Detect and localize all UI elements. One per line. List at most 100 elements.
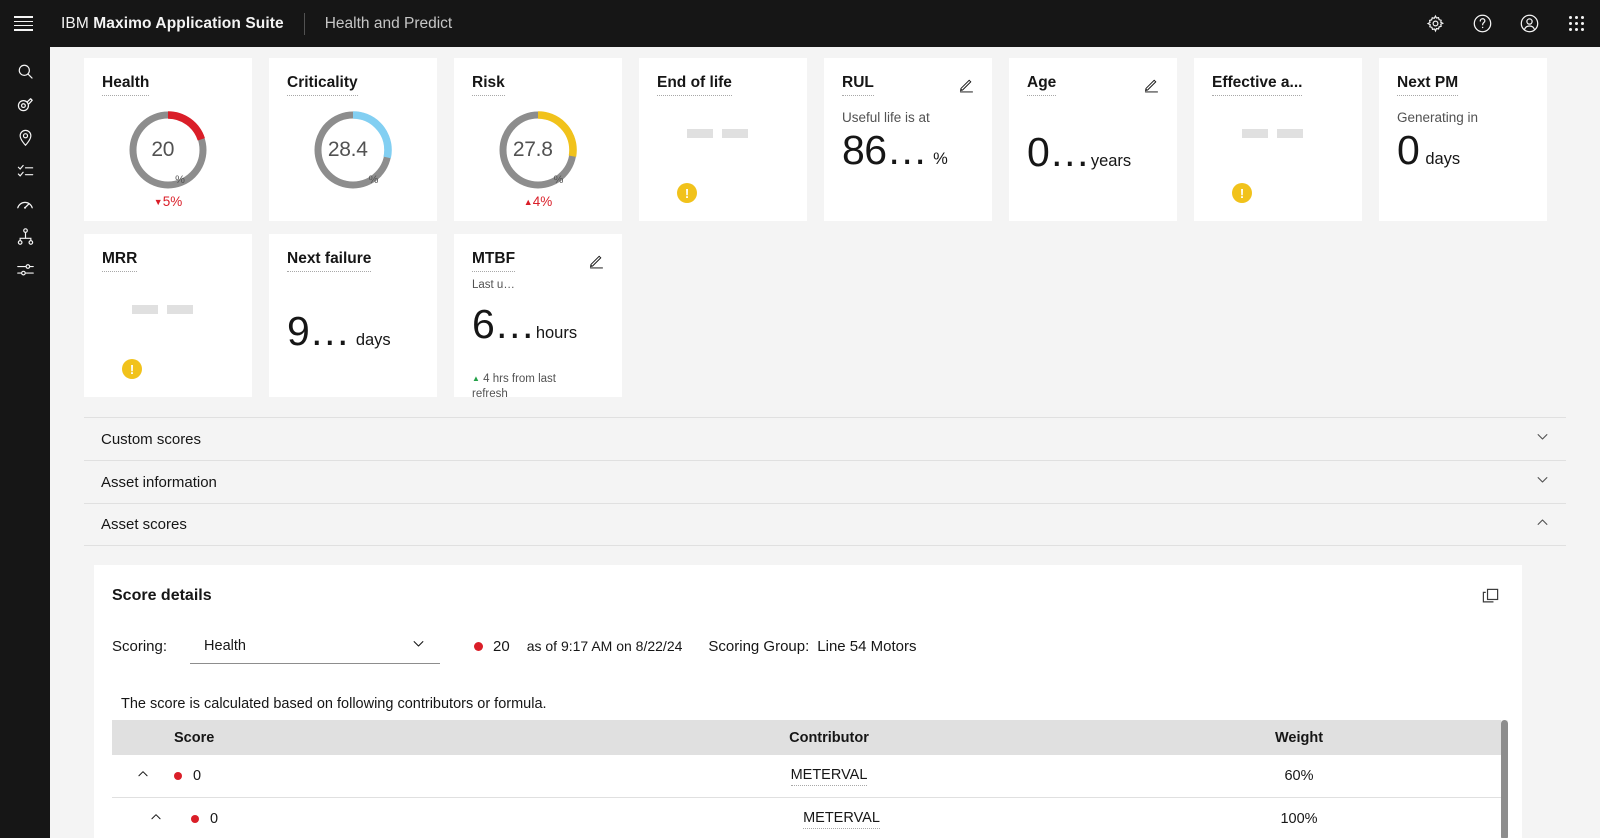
score-value: 20: [493, 637, 510, 655]
kpi-card-next-failure[interactable]: Next failure 9… days: [269, 234, 437, 397]
table-scrollbar-thumb[interactable]: [1501, 720, 1508, 838]
row-weight-value: 60%: [1284, 768, 1314, 784]
kpi-card-effective-age[interactable]: Effective a... !: [1194, 58, 1362, 221]
row-status-dot: [191, 815, 199, 823]
card-subtitle: Useful life is at: [842, 109, 930, 125]
card-title: Age: [1027, 74, 1057, 96]
row-weight-value: 100%: [1280, 811, 1318, 827]
accordion-label: Asset information: [101, 473, 217, 491]
kpi-card-age[interactable]: Age 0… years: [1009, 58, 1177, 221]
kpi-card-criticality[interactable]: Criticality 28.4%: [269, 58, 437, 221]
chevron-up-icon[interactable]: [136, 767, 150, 786]
card-title: RUL: [842, 74, 874, 96]
row-expand-toggle[interactable]: [112, 767, 174, 786]
card-title: Next failure: [287, 250, 372, 272]
scoring-group-label: Scoring Group:: [708, 637, 810, 655]
accordion-asset-information[interactable]: Asset information: [84, 460, 1566, 503]
edit-pencil-icon[interactable]: [1143, 76, 1160, 98]
skeleton-placeholder: [657, 128, 789, 138]
scoring-controls-row: Scoring: Health 20 as of 9:17 AM on 8/22…: [94, 628, 1522, 664]
warning-icon: !: [677, 183, 697, 203]
kpi-card-risk[interactable]: Risk 27.8% ▲4%: [454, 58, 622, 221]
edit-pencil-icon[interactable]: [588, 252, 605, 274]
accordion-group: Custom scores Asset information Asset sc…: [50, 397, 1600, 546]
help-icon[interactable]: [1459, 0, 1506, 47]
trend-indicator: ▲4%: [523, 193, 553, 209]
score-timestamp: as of 9:17 AM on 8/22/24: [526, 638, 683, 654]
kpi-card-mrr[interactable]: MRR !: [84, 234, 252, 397]
row-score-value: 0: [210, 811, 219, 827]
card-subtitle: Last u…: [472, 278, 515, 291]
chevron-up-icon[interactable]: [149, 810, 163, 829]
sidebar-item-sliders[interactable]: [0, 253, 50, 286]
row-score-value: 0: [193, 768, 202, 784]
card-footer-note: ▲ 4 hrs from last refresh: [472, 373, 556, 397]
sidebar-item-gauge[interactable]: [0, 187, 50, 220]
accordion-label: Custom scores: [101, 430, 202, 448]
header-divider: [303, 12, 305, 35]
panel-title: Score details: [112, 587, 212, 604]
kpi-card-next-pm[interactable]: Next PM Generating in 0 days: [1379, 58, 1547, 221]
top-header: IBM Maximo Application Suite Health and …: [0, 0, 1600, 47]
card-title: Next PM: [1397, 74, 1459, 96]
calculation-note: The score is calculated based on followi…: [121, 696, 547, 712]
table-row[interactable]: 0 METERVAL 100%: [112, 798, 1504, 838]
kpi-card-health[interactable]: Health 20% ▼5%: [84, 58, 252, 221]
kpi-card-rul[interactable]: RUL Useful life is at 86…%: [824, 58, 992, 221]
left-nav-rail: [0, 47, 50, 838]
user-avatar-icon[interactable]: [1506, 0, 1553, 47]
scoring-select[interactable]: Health: [190, 628, 441, 664]
card-value: 6… hours: [472, 300, 578, 347]
card-title: MRR: [102, 250, 138, 272]
row-contributor-link[interactable]: METERVAL: [803, 810, 880, 829]
scoring-label: Scoring:: [112, 637, 168, 655]
gear-icon[interactable]: [1412, 0, 1459, 47]
subapp-name[interactable]: Health and Predict: [325, 15, 453, 33]
score-details-panel: Score details Scoring: Health 20 as of 9…: [94, 565, 1522, 838]
sidebar-item-checklist[interactable]: [0, 154, 50, 187]
brand-title[interactable]: IBM Maximo Application Suite: [61, 15, 284, 33]
row-contributor-link[interactable]: METERVAL: [790, 767, 868, 786]
skeleton-placeholder: [1212, 128, 1344, 138]
trend-indicator: ▼5%: [153, 193, 183, 209]
card-title: Health: [102, 74, 150, 96]
accordion-custom-scores[interactable]: Custom scores: [84, 417, 1566, 460]
card-title: Effective a...: [1212, 74, 1303, 96]
card-title: MTBF: [472, 250, 516, 272]
card-title: Risk: [472, 74, 505, 96]
sidebar-item-asset[interactable]: [0, 88, 50, 121]
contributors-table: Score Contributor Weight 0 METERVAL 60% …: [112, 720, 1508, 838]
chevron-up-icon[interactable]: [1535, 515, 1550, 535]
scoring-group-value: Line 54 Motors: [817, 637, 917, 655]
app-switcher-icon[interactable]: [1553, 0, 1600, 47]
sidebar-item-hierarchy[interactable]: [0, 220, 50, 253]
column-header-weight: Weight: [1274, 729, 1324, 746]
kpi-card-end-of-life[interactable]: End of life !: [639, 58, 807, 221]
gauge-risk: 27.8%: [472, 108, 604, 192]
gauge-value-label: 27.8%: [512, 137, 564, 186]
table-row[interactable]: 0 METERVAL 60%: [112, 755, 1504, 798]
brand-prefix: IBM: [61, 14, 89, 32]
main-content: Health 20% ▼5% Criticality 28.4 % Risk 2…: [50, 47, 1600, 838]
kpi-cards-row-1: Health 20% ▼5% Criticality 28.4 % Risk 2…: [50, 47, 1600, 221]
column-header-contributor: Contributor: [789, 729, 869, 746]
chevron-down-icon[interactable]: [1535, 472, 1550, 492]
copy-icon[interactable]: [1481, 587, 1500, 611]
row-expand-toggle[interactable]: [112, 810, 174, 829]
card-subtitle: Generating in: [1397, 109, 1479, 125]
gauge-value-label: 20%: [151, 137, 185, 186]
warning-icon: !: [122, 359, 142, 379]
kpi-card-mtbf[interactable]: MTBF Last u… 6… hours ▲ 4 hrs from last r…: [454, 234, 622, 397]
skeleton-placeholder: [102, 304, 234, 314]
table-header-row: Score Contributor Weight: [112, 720, 1504, 755]
sidebar-item-location[interactable]: [0, 121, 50, 154]
card-title: Criticality: [287, 74, 358, 96]
hamburger-menu-icon[interactable]: [0, 0, 47, 47]
column-header-score: Score: [174, 729, 215, 746]
score-details-wrapper: Score details Scoring: Health 20 as of 9…: [50, 546, 1600, 838]
sidebar-item-search[interactable]: [0, 55, 50, 88]
chevron-down-icon[interactable]: [1535, 429, 1550, 449]
gauge-value-label: 28.4%: [327, 137, 379, 186]
edit-pencil-icon[interactable]: [958, 76, 975, 98]
accordion-asset-scores[interactable]: Asset scores: [84, 503, 1566, 546]
